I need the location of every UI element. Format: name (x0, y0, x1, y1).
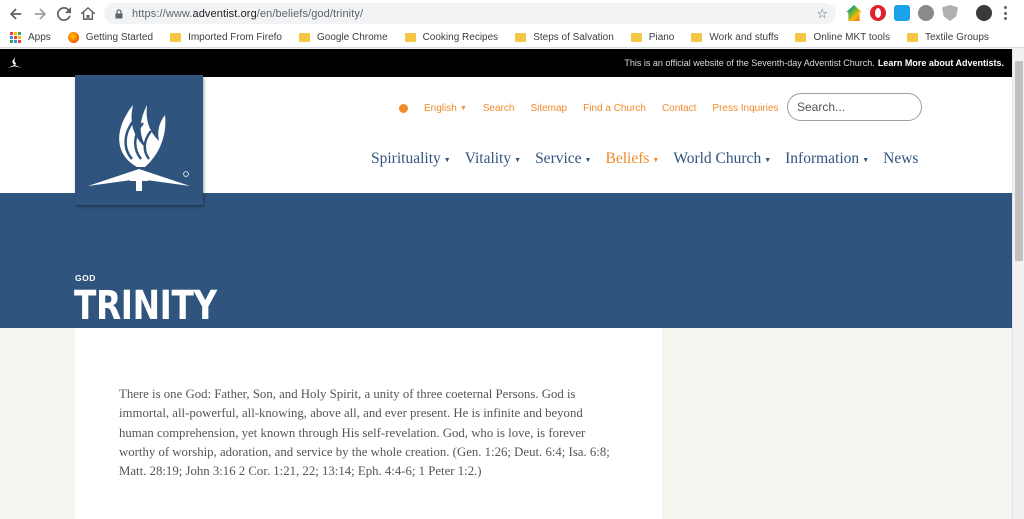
bookmark-apps[interactable]: Apps (10, 31, 51, 43)
nav-item-information[interactable]: Information ▼ (785, 150, 869, 168)
church-logo-icon (88, 105, 190, 191)
church-logo[interactable] (75, 75, 203, 205)
bookmark-star-icon[interactable]: ☆ (816, 6, 828, 22)
hero-banner: GOD TRINITY (0, 193, 1012, 329)
globe-icon (399, 104, 408, 113)
forward-icon[interactable] (28, 2, 52, 26)
firefox-icon (67, 31, 79, 43)
back-icon[interactable] (4, 2, 28, 26)
utility-nav: English ▼ Search Sitemap Find a Church C… (399, 103, 795, 114)
bookmark-work-and-stuffs[interactable]: Work and stuffs (691, 32, 778, 43)
nav-label: Spirituality (371, 150, 441, 167)
official-site-message: This is an official website of the Seven… (624, 58, 1004, 68)
nav-label: Beliefs (605, 150, 650, 167)
caret-down-icon: ▼ (652, 156, 660, 164)
user-avatar-icon[interactable] (976, 5, 992, 21)
folder-icon (170, 32, 182, 42)
page-scrollbar[interactable] (1012, 49, 1024, 519)
site-search-input[interactable]: Search... (787, 93, 922, 121)
browser-toolbar: https://www.adventist.org/en/beliefs/god… (0, 0, 1024, 27)
caret-down-icon: ▼ (459, 105, 467, 112)
utility-link-find-a-church[interactable]: Find a Church (583, 103, 646, 114)
official-site-bar: This is an official website of the Seven… (0, 49, 1012, 77)
content-card: There is one God: Father, Son, and Holy … (75, 328, 662, 519)
bookmark-cooking-recipes[interactable]: Cooking Recipes (404, 31, 499, 43)
bookmark-label: Imported From Firefo (188, 31, 282, 43)
bookmark-textile-groups[interactable]: Textile Groups (907, 32, 989, 43)
lock-icon (115, 8, 123, 18)
utility-link-press-inquiries[interactable]: Press Inquiries (712, 103, 778, 114)
main-nav: Spirituality ▼ Vitality ▼ Service ▼ Beliefs… (371, 150, 932, 168)
nav-item-service[interactable]: Service ▼ (535, 150, 591, 168)
caret-down-icon: ▼ (584, 156, 592, 164)
bookmark-label: Online MKT tools (813, 31, 890, 43)
nav-label: World Church (673, 150, 762, 167)
bookmark-label: Work and stuffs (709, 31, 779, 43)
bookmark-label: Apps (28, 31, 51, 43)
address-bar[interactable]: https://www.adventist.org/en/beliefs/god… (104, 3, 836, 24)
folder-icon (691, 32, 703, 42)
bookmark-label: Textile Groups (925, 31, 989, 43)
folder-icon (298, 32, 310, 42)
utility-link-sitemap[interactable]: Sitemap (530, 103, 567, 114)
caret-down-icon: ▼ (443, 156, 451, 164)
nav-item-vitality[interactable]: Vitality ▼ (465, 150, 521, 168)
url-text: https://www.adventist.org/en/beliefs/god… (132, 7, 364, 20)
folder-icon (515, 32, 527, 42)
church-logo-small-icon (7, 57, 22, 68)
nav-item-news[interactable]: News (883, 150, 918, 168)
extension-translate-icon[interactable] (894, 5, 910, 21)
menu-kebab-icon[interactable] (1004, 6, 1008, 20)
home-icon[interactable] (76, 2, 100, 26)
reload-icon[interactable] (52, 2, 76, 26)
language-label: English (424, 103, 457, 114)
extension-gear-icon[interactable] (918, 5, 934, 21)
folder-icon (404, 32, 416, 42)
learn-more-link[interactable]: Learn More about Adventists. (878, 58, 1004, 68)
caret-down-icon: ▼ (862, 156, 870, 164)
bookmark-getting-started[interactable]: Getting Started (67, 31, 154, 43)
caret-down-icon: ▼ (514, 156, 522, 164)
language-selector[interactable]: English ▼ (399, 103, 467, 114)
utility-link-search[interactable]: Search (483, 103, 515, 114)
page-viewport: This is an official website of the Seven… (0, 49, 1012, 519)
nav-label: Information (785, 150, 860, 167)
bookmarks-bar: Apps Getting Started Imported From Firef… (0, 27, 1024, 48)
scrollbar-thumb[interactable] (1015, 61, 1023, 261)
nav-item-spirituality[interactable]: Spirituality ▼ (371, 150, 451, 168)
bookmark-label: Getting Started (85, 31, 154, 43)
bookmark-online-mkt-tools[interactable]: Online MKT tools (795, 32, 890, 43)
folder-icon (795, 32, 807, 42)
extension-shield-icon[interactable] (942, 5, 958, 21)
folder-icon (907, 32, 918, 42)
bookmark-label: Steps of Salvation (533, 31, 614, 43)
bookmark-imported-from-firefox[interactable]: Imported From Firefo (170, 32, 282, 43)
bookmark-label: Piano (648, 31, 675, 43)
nav-label: Vitality (464, 150, 512, 167)
apps-grid-icon (10, 31, 21, 43)
section-eyebrow: GOD (75, 273, 96, 283)
belief-paragraph: There is one God: Father, Son, and Holy … (119, 387, 610, 479)
nav-label: Service (535, 150, 582, 167)
folder-icon (630, 32, 642, 42)
bookmark-label: Google Chrome (316, 31, 388, 43)
nav-item-world-church[interactable]: World Church ▼ (673, 150, 771, 168)
bookmark-label: Cooking Recipes (422, 31, 499, 43)
page-title: TRINITY (74, 283, 217, 329)
bookmark-piano[interactable]: Piano (630, 31, 675, 43)
nav-label: News (883, 150, 919, 167)
extension-opera-icon[interactable] (870, 5, 886, 21)
bookmark-google-chrome[interactable]: Google Chrome (298, 31, 388, 43)
bookmark-steps-of-salvation[interactable]: Steps of Salvation (515, 32, 614, 43)
caret-down-icon: ▼ (764, 156, 772, 164)
utility-link-contact[interactable]: Contact (662, 103, 696, 114)
nav-item-beliefs[interactable]: Beliefs ▼ (605, 150, 659, 168)
extension-house-icon[interactable] (846, 5, 862, 21)
